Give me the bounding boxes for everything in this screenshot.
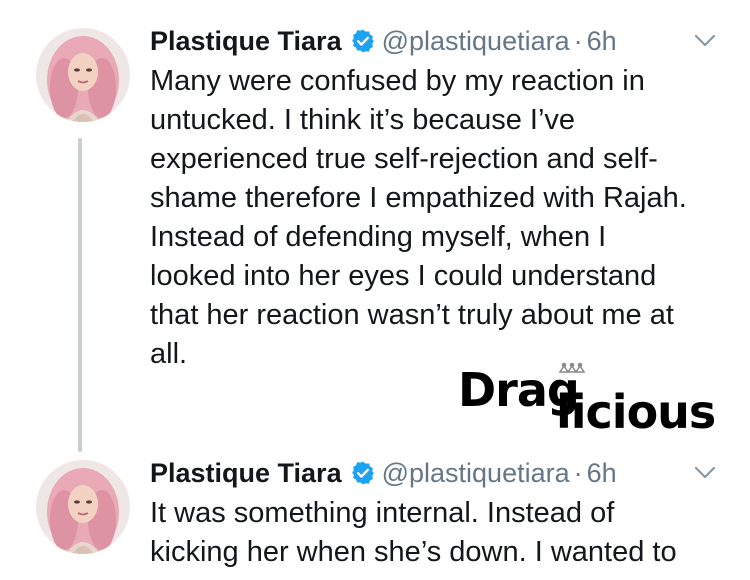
avatar[interactable] [36, 28, 130, 122]
tweet-header: Plastique Tiara @plastiquetiara · 6h [150, 26, 617, 56]
tweet-text-line: untucked. I think it’s because I’ve [150, 104, 576, 136]
thread-connector-line [78, 138, 82, 452]
tweet-text-line: looked into her eyes I could understand [150, 260, 657, 292]
tweet-text-line: shame therefore I empathized with Rajah. [150, 182, 687, 214]
tweet-text-line: It was something internal. Instead of [150, 497, 615, 529]
timestamp[interactable]: 6h [587, 458, 617, 489]
tweet-header: Plastique Tiara @plastiquetiara · 6h [150, 458, 617, 488]
tweet-text-line: that her reaction wasn’t truly about me … [150, 299, 674, 331]
chevron-down-icon[interactable] [694, 466, 716, 480]
tweet-text-line: all. [150, 338, 188, 370]
verified-badge-icon [351, 29, 374, 53]
chevron-down-icon[interactable] [694, 34, 716, 48]
tweet-text: It was something internal. Instead of ki… [150, 494, 740, 572]
tweet-text: Many were confused by my reaction in unt… [150, 62, 740, 374]
avatar-image [36, 460, 130, 554]
tweet-text-line: kicking her when she’s down. I wanted to [150, 536, 677, 568]
watermark-text-licious: licious [556, 385, 715, 439]
display-name[interactable]: Plastique Tiara [150, 26, 342, 57]
tweet-text-line: experienced true self-rejection and self… [150, 143, 658, 175]
draglicious-watermark-logo: Drag licious [458, 362, 716, 439]
separator-dot: · [573, 25, 583, 56]
display-name[interactable]: Plastique Tiara [150, 458, 342, 489]
user-handle[interactable]: @plastiquetiara [382, 458, 570, 489]
timestamp[interactable]: 6h [587, 26, 617, 57]
tweet-text-line: Instead of defending myself, when I [150, 221, 607, 253]
tweet-text-line: Many were confused by my reaction in [150, 65, 645, 97]
avatar[interactable] [36, 460, 130, 554]
verified-badge-icon [351, 461, 374, 485]
separator-dot: · [573, 457, 583, 488]
user-handle[interactable]: @plastiquetiara [382, 26, 570, 57]
avatar-image [36, 28, 130, 122]
